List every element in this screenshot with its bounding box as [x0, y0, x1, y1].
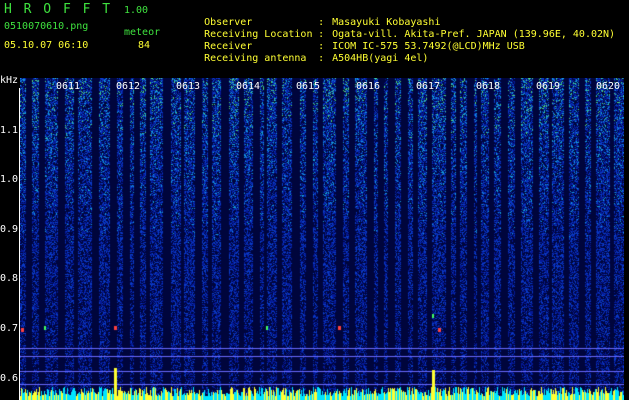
antenna-row: Receiving antenna: A504HB(yagi 4el) [180, 41, 428, 77]
y-label-1-1: 1.1 [0, 125, 19, 136]
spectrogram-panel: 0611 0612 0613 0614 0615 0616 0617 0618 … [20, 78, 624, 400]
time-tick: 0612 [116, 81, 141, 92]
axis-unit: kHz [0, 75, 19, 86]
time-tick: 0615 [296, 81, 321, 92]
time-tick: 0613 [176, 81, 201, 92]
app-version: 1.00 [124, 5, 149, 16]
y-label-1-0: 1.0 [0, 174, 19, 185]
app-title: H R O F F T [4, 2, 113, 17]
meteor-label: meteor [124, 27, 161, 38]
y-label-0-7: 0.7 [0, 323, 19, 334]
time-tick: 0616 [356, 81, 381, 92]
time-tick: 0614 [236, 81, 261, 92]
spectrogram-canvas [20, 78, 624, 400]
meteor-count: 84 [138, 40, 151, 51]
y-label-0-8: 0.8 [0, 273, 19, 284]
file-datetime: 05.10.07 06:10 [4, 40, 89, 51]
time-tick: 0619 [536, 81, 561, 92]
antenna-label: Receiving antenna [204, 53, 307, 64]
separator: : [318, 53, 325, 64]
y-label-0-6: 0.6 [0, 373, 19, 384]
antenna-value: A504HB(yagi 4el) [332, 53, 429, 64]
file-name: 0510070610.png [4, 21, 89, 32]
time-tick: 0618 [476, 81, 501, 92]
time-tick: 0617 [416, 81, 441, 92]
time-tick: 0620 [596, 81, 621, 92]
time-tick: 0611 [56, 81, 81, 92]
y-label-0-9: 0.9 [0, 224, 19, 235]
time-ticks: 0611 0612 0613 0614 0615 0616 0617 0618 … [20, 78, 624, 98]
